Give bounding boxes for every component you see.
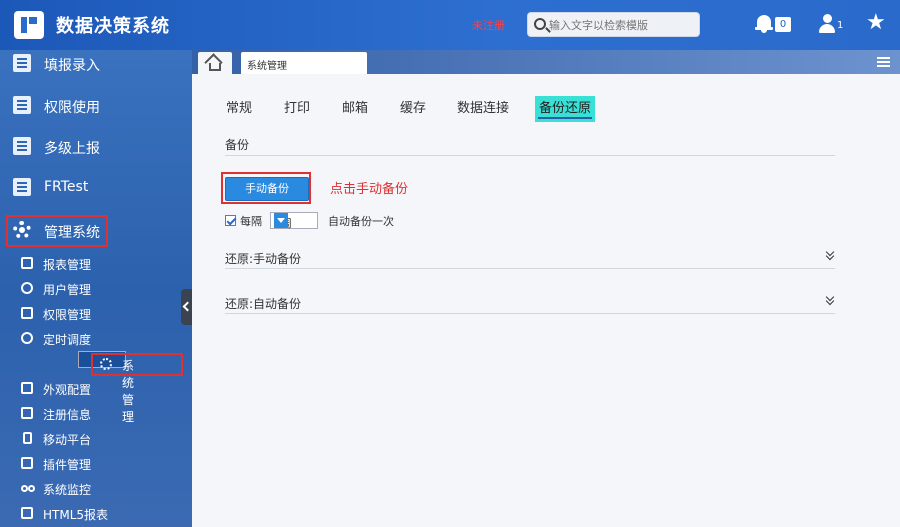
tab-data-connection[interactable]: 数据连接 — [457, 96, 509, 122]
tab-label: 系统管理 — [247, 61, 287, 72]
manual-backup-button[interactable]: 手动备份 — [225, 177, 309, 201]
form-icon — [13, 96, 31, 114]
sidebar-item-frtest[interactable]: FRTest — [0, 168, 192, 208]
sidebar-subitem-system-monitor[interactable]: 系统监控 — [0, 476, 192, 501]
tab-print[interactable]: 打印 — [284, 96, 310, 122]
every-label: 每隔 — [240, 215, 262, 228]
tab-backup-restore[interactable]: 备份还原 — [535, 96, 596, 122]
sidebar-item-fill-entry[interactable]: 填报录入 — [0, 50, 192, 84]
annotation-text: 点击手动备份 — [330, 182, 409, 197]
app-title: 数据决策系统 — [56, 16, 170, 37]
settings-tabs: 常规 打印 邮箱 缓存 数据连接 备份还原 — [192, 96, 900, 122]
clock-icon — [21, 332, 33, 344]
user-icon[interactable] — [818, 14, 836, 34]
restore-auto-section[interactable]: 还原:自动备份 — [225, 293, 835, 314]
sidebar-item-permission-use[interactable]: 权限使用 — [0, 86, 192, 126]
mobile-icon — [23, 432, 32, 444]
sidebar-subitem-html5-report[interactable]: HTML5报表 — [0, 501, 192, 526]
sidebar-subitem-label: 注册信息 — [43, 408, 92, 422]
restore-manual-section[interactable]: 还原:手动备份 — [225, 248, 835, 269]
lock-icon — [21, 307, 33, 319]
sidebar-subitem-label: 移动平台 — [43, 433, 92, 447]
tab-system-management[interactable]: 系统管理 — [241, 52, 367, 74]
sidebar-item-multilevel-report[interactable]: 多级上报 — [0, 127, 192, 167]
search-box[interactable] — [527, 12, 700, 37]
user-icon — [21, 282, 33, 294]
paint-roller-icon — [21, 382, 33, 394]
report-icon — [21, 257, 33, 269]
section-title: 还原:自动备份 — [225, 297, 302, 311]
tab-bar: 系统管理 — [192, 50, 900, 74]
sidebar-item-label: 多级上报 — [44, 141, 100, 157]
search-input[interactable] — [549, 16, 697, 34]
backup-section-header: 备份 — [225, 134, 835, 156]
expand-icon[interactable] — [825, 295, 835, 305]
tab-email[interactable]: 邮箱 — [342, 96, 368, 122]
auto-backup-text: 自动备份一次 — [328, 215, 394, 228]
sidebar-subitem-label: 外观配置 — [43, 383, 92, 397]
html5-icon — [21, 507, 33, 519]
form-icon — [13, 178, 31, 196]
expand-icon[interactable] — [825, 250, 835, 260]
sidebar-subitem-user-management[interactable]: 用户管理 — [0, 276, 192, 301]
bell-icon[interactable] — [755, 14, 773, 34]
star-icon[interactable]: ★ — [866, 11, 886, 35]
user-count: 1 — [837, 20, 844, 31]
sidebar-item-label: 管理系统 — [44, 225, 100, 241]
sidebar-subitem-label: HTML5报表 — [43, 508, 109, 522]
section-title: 备份 — [225, 138, 250, 152]
sidebar-item-label: 填报录入 — [44, 58, 100, 74]
auto-backup-checkbox[interactable] — [225, 215, 236, 226]
gear-icon — [100, 358, 112, 370]
clipboard-icon — [21, 407, 33, 419]
sidebar-item-management-system[interactable]: 管理系统 — [0, 211, 192, 251]
sidebar-subitem-plugin-management[interactable]: 插件管理 — [0, 451, 192, 476]
sidebar-subitem-appearance[interactable]: 外观配置 — [0, 376, 192, 401]
menu-icon[interactable] — [877, 57, 890, 59]
main-content: 系统管理 常规 打印 邮箱 缓存 数据连接 备份还原 备份 手动备份 点击手动备… — [192, 50, 900, 527]
form-icon — [13, 54, 31, 72]
sidebar-subitem-label: 插件管理 — [43, 458, 92, 472]
top-bar: 数据决策系统 未注册 0 1 ★ — [0, 0, 900, 50]
search-icon[interactable] — [534, 18, 546, 30]
sidebar-subitem-system-management[interactable]: 系统管理 — [78, 351, 183, 424]
section-title: 还原:手动备份 — [225, 252, 302, 266]
sidebar-subitem-label: 用户管理 — [43, 283, 92, 297]
sidebar-subitem-label: 报表管理 — [43, 258, 92, 272]
logo-icon — [14, 11, 44, 39]
tab-general[interactable]: 常规 — [226, 96, 252, 122]
sidebar-collapse-button[interactable] — [181, 289, 192, 325]
sidebar-item-label: FRTest — [44, 179, 89, 195]
chevron-down-icon[interactable] — [274, 213, 288, 228]
home-tab[interactable] — [198, 52, 232, 74]
sidebar-subitem-report-management[interactable]: 报表管理 — [0, 251, 192, 276]
sidebar-subitem-mobile-platform[interactable]: 移动平台 — [0, 426, 192, 451]
notification-badge[interactable]: 0 — [775, 17, 791, 32]
plugin-icon — [21, 457, 33, 469]
interval-select[interactable]: 1周 — [270, 212, 318, 230]
binoculars-icon — [21, 485, 28, 492]
sidebar-subitem-scheduled-tasks[interactable]: 定时调度 — [0, 326, 192, 351]
tab-cache[interactable]: 缓存 — [400, 96, 426, 122]
sidebar-subitem-permission-management[interactable]: 权限管理 — [0, 301, 192, 326]
sidebar-subitem-label: 权限管理 — [43, 308, 92, 322]
sidebar-subitem-label: 定时调度 — [43, 333, 92, 347]
gear-icon — [13, 221, 31, 239]
form-icon — [13, 137, 31, 155]
unregistered-label: 未注册 — [472, 19, 505, 32]
binoculars-icon — [28, 485, 35, 492]
sidebar: 填报录入 权限使用 多级上报 FRTest 管理系统 报表管理 用户管理 权限管… — [0, 50, 192, 527]
sidebar-item-label: 权限使用 — [44, 100, 100, 116]
sidebar-subitem-registration-info[interactable]: 注册信息 — [0, 401, 192, 426]
sidebar-subitem-label: 系统监控 — [43, 483, 92, 497]
